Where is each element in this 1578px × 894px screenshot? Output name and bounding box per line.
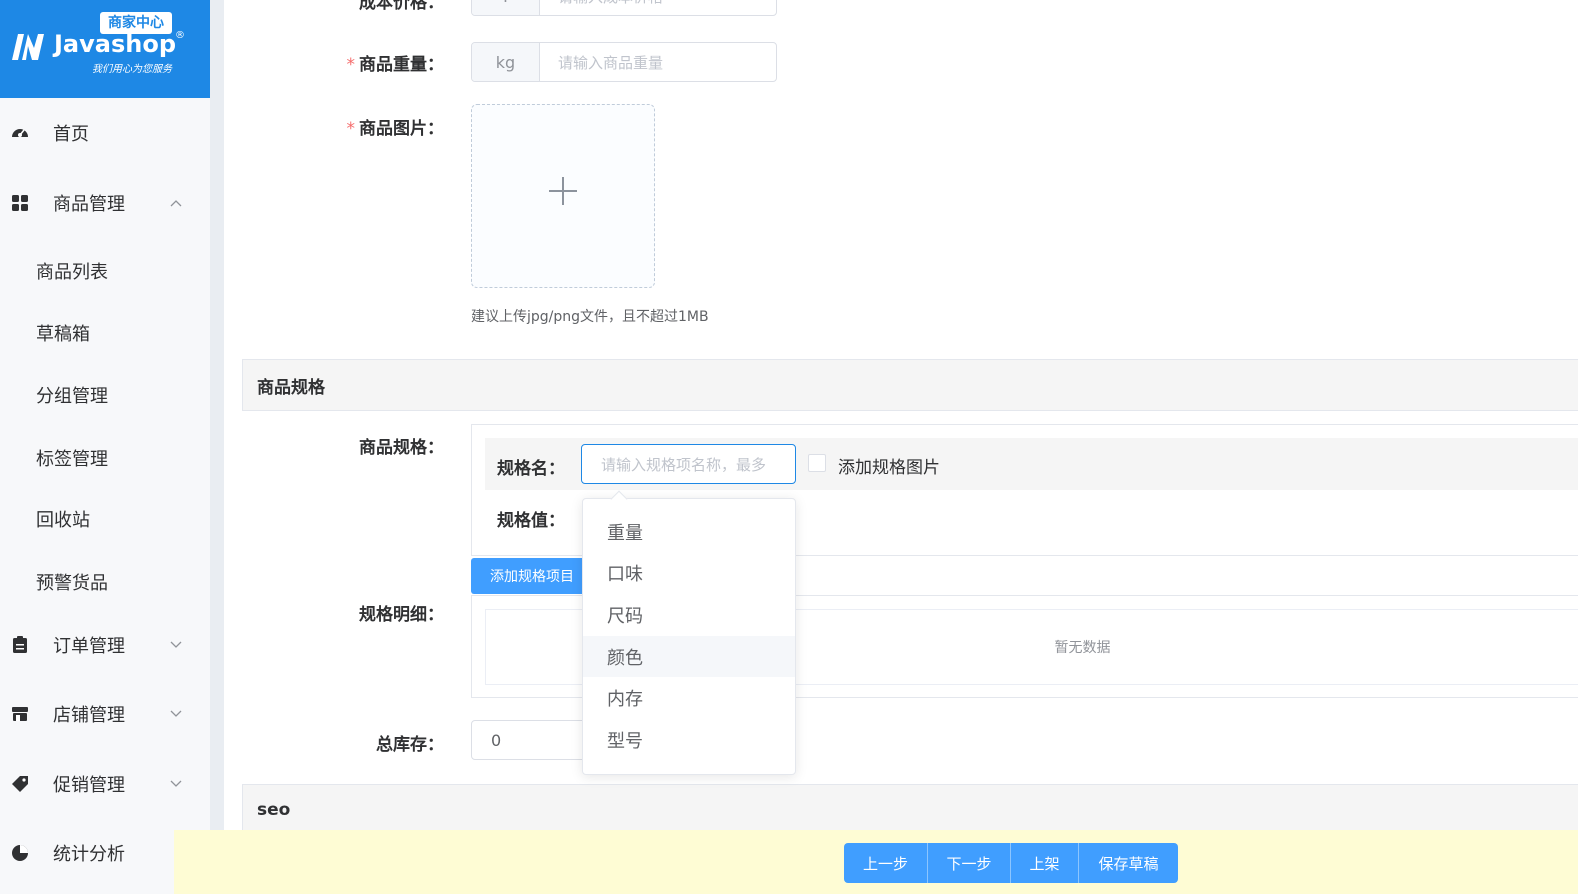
sidebar-item-home[interactable]: 首页 — [0, 113, 210, 153]
javashop-logo-icon — [12, 34, 44, 60]
spec-value-label: 规格值： — [497, 511, 565, 531]
save-draft-button[interactable]: 保存草稿 — [1079, 843, 1178, 883]
chevron-down-icon — [170, 777, 182, 791]
publish-button[interactable]: 上架 — [1011, 843, 1079, 883]
weight-input[interactable]: 请输入商品重量 — [540, 43, 776, 81]
weight-label: * 商品重量： — [346, 55, 445, 75]
dropdown-option-flavor[interactable]: 口味 — [583, 553, 795, 595]
store-icon — [10, 704, 30, 724]
weight-input-group[interactable]: kg 请输入商品重量 — [471, 42, 777, 82]
slogan: 我们用心为您服务 — [92, 64, 172, 75]
weight-unit-prefix: kg — [472, 43, 540, 81]
spec-label: 商品规格： — [359, 438, 444, 458]
sidebar-subitem-warning-goods[interactable]: 预警货品 — [36, 569, 108, 595]
clipboard-icon — [10, 635, 30, 655]
sidebar-subitem-drafts[interactable]: 草稿箱 — [36, 320, 90, 346]
plus-icon — [549, 177, 577, 205]
main-content: 成本价格： ¥ 请输入成本价格 *商品重量： kg 请输入商品重量 *商品图片：… — [224, 0, 1578, 894]
dashboard-icon — [10, 123, 30, 143]
spec-detail-label: 规格明细： — [359, 605, 444, 625]
add-spec-image-label[interactable]: 添加规格图片 — [838, 453, 940, 478]
footer-button-group: 上一步 下一步 上架 保存草稿 — [844, 843, 1178, 883]
sidebar-subitem-recycle-bin[interactable]: 回收站 — [36, 506, 90, 532]
chevron-down-icon — [170, 638, 182, 652]
prev-step-button[interactable]: 上一步 — [844, 843, 928, 883]
sidebar-item-store[interactable]: 店铺管理 — [0, 694, 210, 734]
image-upload-hint: 建议上传jpg/png文件，且不超过1MB — [471, 309, 709, 325]
spec-section-title: 商品规格 — [242, 359, 1578, 411]
cost-price-input[interactable]: 请输入成本价格 — [540, 0, 776, 15]
sidebar-item-label: 首页 — [53, 124, 89, 145]
sidebar-subitem-tags[interactable]: 标签管理 — [36, 445, 108, 471]
spec-name-dropdown: 重量 口味 尺码 颜色 内存 型号 — [582, 490, 796, 775]
total-stock-label: 总库存： — [376, 735, 444, 755]
sidebar-subitem-goods-list[interactable]: 商品列表 — [36, 258, 108, 284]
sidebar: 商家中心 Javashop ® 我们用心为您服务 首页 商品管理 商品列表 草稿… — [0, 0, 210, 894]
chevron-up-icon — [170, 196, 182, 210]
next-step-button[interactable]: 下一步 — [928, 843, 1011, 883]
sidebar-subitem-groups[interactable]: 分组管理 — [36, 382, 108, 408]
logo[interactable]: 商家中心 Javashop ® 我们用心为您服务 — [0, 0, 210, 98]
registered-mark: ® — [175, 30, 185, 41]
image-label: * 商品图片： — [346, 119, 445, 139]
spec-name-input[interactable]: 请输入规格项名称，最多 — [581, 444, 796, 484]
dropdown-option-weight[interactable]: 重量 — [583, 511, 795, 553]
dropdown-option-color[interactable]: 颜色 — [583, 635, 795, 678]
sidebar-item-label: 统计分析 — [53, 844, 125, 865]
currency-prefix: ¥ — [472, 0, 540, 15]
dropdown-option-size[interactable]: 尺码 — [583, 594, 795, 636]
cost-price-label: 成本价格： — [359, 0, 444, 13]
sidebar-item-goods[interactable]: 商品管理 — [0, 183, 210, 223]
brand-name: Javashop — [54, 30, 177, 58]
sidebar-item-orders[interactable]: 订单管理 — [0, 625, 210, 665]
grid-icon — [10, 193, 30, 213]
sidebar-item-label: 店铺管理 — [53, 705, 125, 726]
footer-action-bar: 上一步 下一步 上架 保存草稿 — [174, 830, 1578, 894]
sidebar-item-label: 促销管理 — [53, 775, 125, 796]
add-spec-image-checkbox[interactable] — [808, 454, 826, 472]
image-upload[interactable] — [471, 104, 655, 288]
sidebar-divider — [210, 0, 224, 894]
cost-price-input-group[interactable]: ¥ 请输入成本价格 — [471, 0, 777, 16]
sidebar-item-label: 订单管理 — [53, 636, 125, 657]
dropdown-option-memory[interactable]: 内存 — [583, 677, 795, 719]
dropdown-option-model[interactable]: 型号 — [583, 719, 795, 761]
sidebar-item-promotion[interactable]: 促销管理 — [0, 764, 210, 804]
pie-chart-icon — [10, 843, 30, 863]
spec-name-label: 规格名： — [497, 459, 565, 479]
seo-section-title: seo — [242, 784, 1578, 836]
tag-icon — [10, 774, 30, 794]
chevron-down-icon — [170, 707, 182, 721]
sidebar-item-label: 商品管理 — [53, 194, 125, 215]
